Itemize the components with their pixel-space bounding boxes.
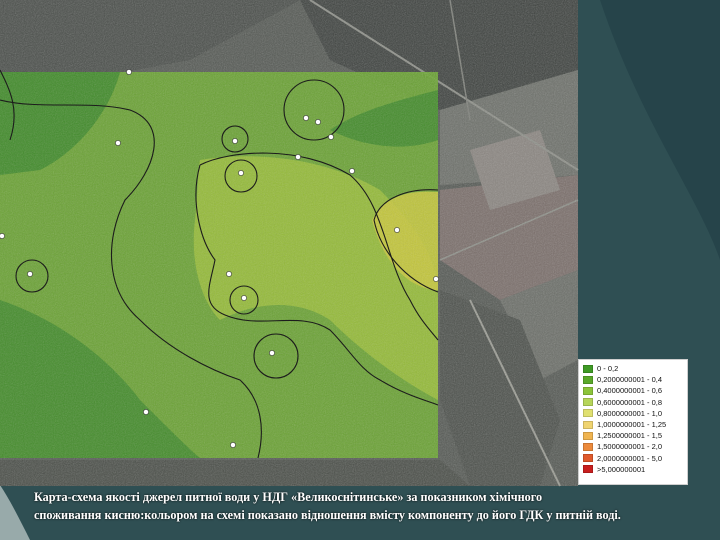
legend-label: 1,5000000001 - 2,0 [597, 442, 663, 452]
well-marker [238, 170, 244, 176]
well-marker [232, 138, 238, 144]
legend-label: 0 - 0,2 [597, 364, 619, 374]
legend-item: 1,5000000001 - 2,0 [583, 441, 683, 452]
well-marker [303, 115, 309, 121]
legend-item: 0,2000000001 - 0,4 [583, 374, 683, 385]
quality-zones [0, 72, 438, 458]
legend-item: 0 - 0,2 [583, 363, 683, 374]
well-marker [226, 271, 232, 277]
legend-label: >5,000000001 [597, 464, 646, 474]
well-marker [315, 119, 321, 125]
well-marker [115, 140, 121, 146]
legend-swatch [583, 386, 593, 395]
well-marker [27, 271, 33, 277]
legend-label: 0,8000000001 - 1,0 [597, 408, 663, 418]
legend-item: 0,6000000001 - 0,8 [583, 397, 683, 408]
well-marker [230, 442, 236, 448]
well-marker [126, 69, 132, 75]
legend-swatch [583, 454, 593, 463]
legend-item: 2,0000000001 - 5,0 [583, 453, 683, 464]
well-marker [0, 233, 5, 239]
legend-swatch [583, 442, 593, 451]
well-marker [295, 154, 301, 160]
map-caption: Карта-схема якості джерел питної води у … [34, 488, 718, 524]
well-marker [349, 168, 355, 174]
legend-label: 1,0000000001 - 1,25 [597, 420, 667, 430]
legend-label: 0,4000000001 - 0,6 [597, 386, 663, 396]
caption-line-2: споживання кисню:кольором на схемі показ… [34, 508, 621, 522]
legend-label: 2,0000000001 - 5,0 [597, 453, 663, 463]
map-legend: 0 - 0,2 0,2000000001 - 0,4 0,4000000001 - … [578, 359, 688, 485]
well-marker [433, 276, 439, 282]
well-marker [328, 134, 334, 140]
legend-item: >5,000000001 [583, 464, 683, 475]
well-marker [394, 227, 400, 233]
well-marker [241, 295, 247, 301]
well-marker [269, 350, 275, 356]
legend-swatch [583, 364, 593, 373]
legend-label: 1,2500000001 - 1,5 [597, 431, 663, 441]
legend-swatch [583, 398, 593, 407]
legend-item: 1,2500000001 - 1,5 [583, 430, 683, 441]
well-marker [143, 409, 149, 415]
legend-swatch [583, 465, 593, 474]
legend-swatch [583, 409, 593, 418]
legend-item: 0,8000000001 - 1,0 [583, 408, 683, 419]
legend-item: 1,0000000001 - 1,25 [583, 419, 683, 430]
legend-swatch [583, 420, 593, 429]
legend-label: 0,6000000001 - 0,8 [597, 397, 663, 407]
caption-line-1: Карта-схема якості джерел питної води у … [34, 490, 543, 504]
legend-swatch [583, 375, 593, 384]
legend-swatch [583, 431, 593, 440]
legend-label: 0,2000000001 - 0,4 [597, 375, 663, 385]
legend-item: 0,4000000001 - 0,6 [583, 385, 683, 396]
